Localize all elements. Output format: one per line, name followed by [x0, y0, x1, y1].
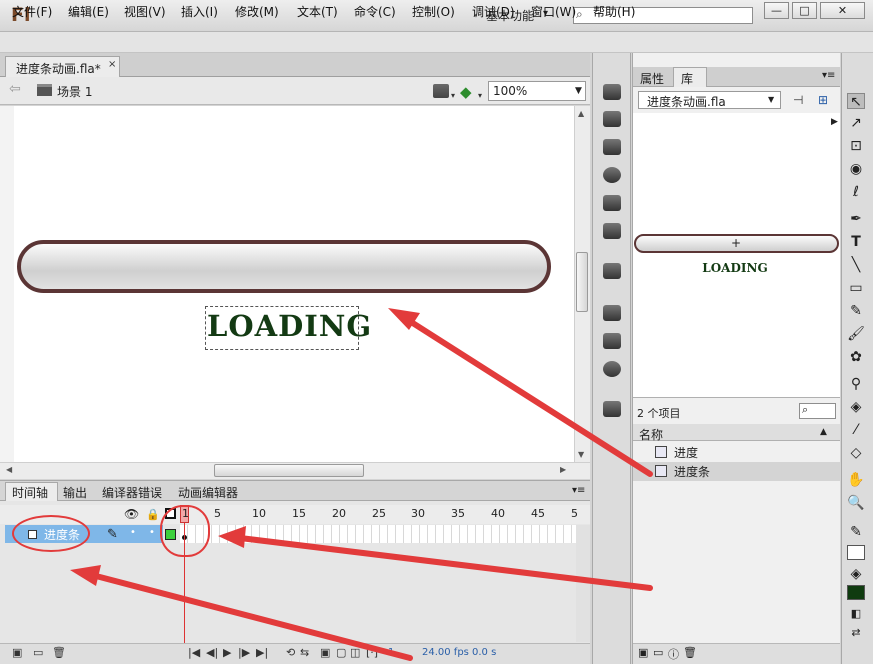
- annotation-arrows: [70, 308, 653, 661]
